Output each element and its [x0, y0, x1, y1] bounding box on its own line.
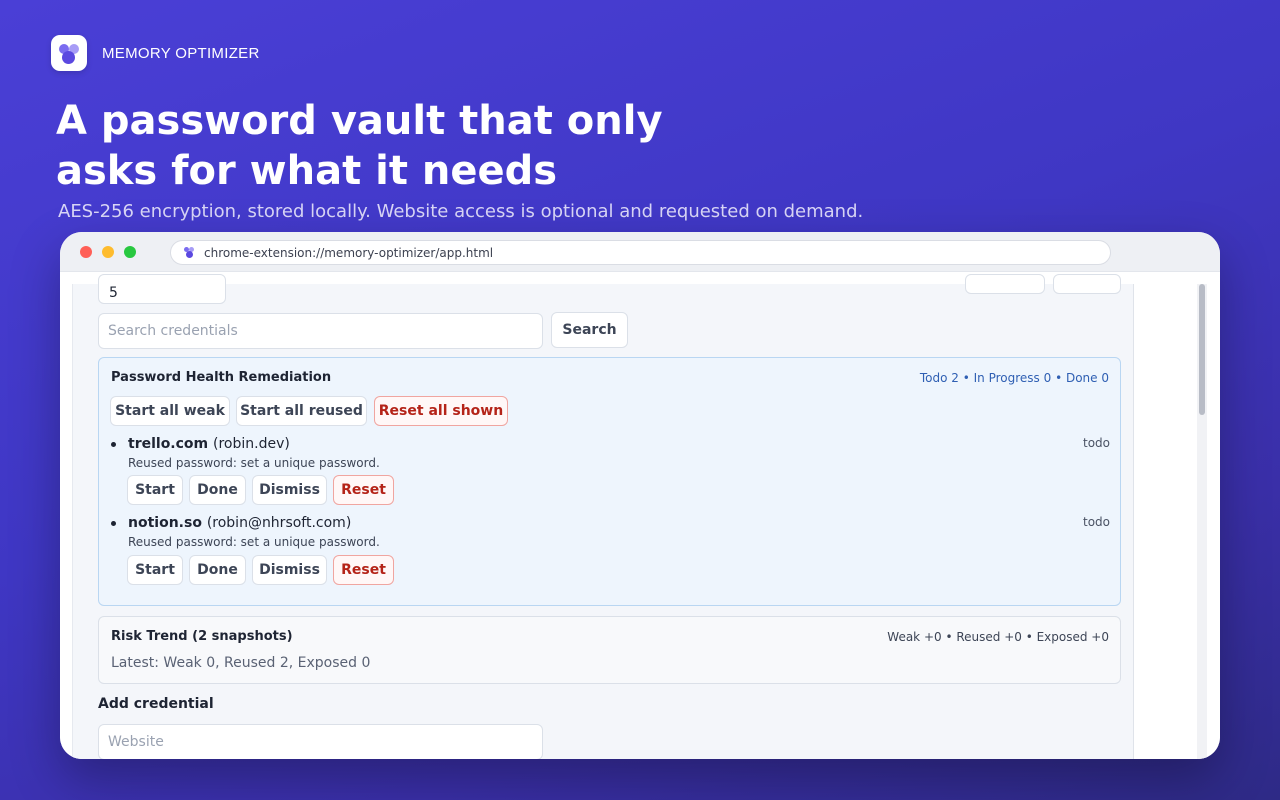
- item-reset-button[interactable]: Reset: [333, 555, 394, 585]
- risk-trend-title: Risk Trend (2 snapshots): [111, 629, 293, 644]
- item-dismiss-button[interactable]: Dismiss: [252, 475, 327, 505]
- website-input[interactable]: [98, 724, 543, 759]
- search-button[interactable]: Search: [551, 312, 628, 348]
- add-credential-heading: Add credential: [98, 696, 214, 712]
- item-user: (robin@nhrsoft.com): [206, 515, 352, 531]
- minimize-window-icon[interactable]: [102, 246, 114, 258]
- risk-trend-deltas: Weak +0 • Reused +0 • Exposed +0: [887, 630, 1109, 644]
- risk-trend-latest: Latest: Weak 0, Reused 2, Exposed 0: [111, 655, 371, 671]
- address-bar[interactable]: chrome-extension://memory-optimizer/app.…: [170, 240, 1111, 265]
- memory-optimizer-logo-icon: [51, 35, 87, 71]
- headline-line-1: A password vault that only: [56, 98, 663, 144]
- in-progress-count: In Progress 0: [973, 371, 1052, 385]
- risk-trend-panel: Risk Trend (2 snapshots) Weak +0 • Reuse…: [98, 616, 1121, 684]
- search-credentials-input[interactable]: [98, 313, 543, 349]
- start-all-reused-button[interactable]: Start all reused: [236, 396, 367, 426]
- extension-favicon-icon: [183, 246, 196, 259]
- item-start-button[interactable]: Start: [127, 475, 183, 505]
- brand: MEMORY OPTIMIZER: [51, 35, 260, 71]
- browser-window: chrome-extension://memory-optimizer/app.…: [60, 232, 1220, 759]
- item-done-button[interactable]: Done: [189, 475, 246, 505]
- todo-count: Todo 2: [919, 371, 959, 385]
- reset-all-shown-button[interactable]: Reset all shown: [374, 396, 508, 426]
- done-count: Done 0: [1065, 371, 1109, 385]
- partial-field[interactable]: 5: [98, 274, 226, 304]
- scrollbar-thumb[interactable]: [1199, 284, 1205, 415]
- health-status-counts: Todo 2 • In Progress 0 • Done 0: [919, 371, 1109, 385]
- page-viewport: 5 Search Password Health Remediation Tod…: [60, 272, 1220, 759]
- item-reset-button[interactable]: Reset: [333, 475, 394, 505]
- partial-button[interactable]: [965, 274, 1045, 294]
- item-site: trello.com: [128, 436, 209, 452]
- address-bar-url: chrome-extension://memory-optimizer/app.…: [204, 245, 494, 260]
- item-dismiss-button[interactable]: Dismiss: [252, 555, 327, 585]
- item-status: todo: [1082, 436, 1110, 450]
- item-start-button[interactable]: Start: [127, 555, 183, 585]
- item-note: Reused password: set a unique password.: [128, 456, 380, 470]
- hero-headline: A password vault that only asks for what…: [56, 96, 756, 196]
- item-status: todo: [1082, 515, 1110, 529]
- password-health-panel: Password Health Remediation Todo 2 • In …: [98, 357, 1121, 606]
- vault-app: 5 Search Password Health Remediation Tod…: [72, 274, 1134, 759]
- start-all-weak-button[interactable]: Start all weak: [110, 396, 230, 426]
- close-window-icon[interactable]: [80, 246, 92, 258]
- brand-name: MEMORY OPTIMIZER: [102, 44, 260, 62]
- health-panel-title: Password Health Remediation: [111, 370, 332, 385]
- partial-button[interactable]: [1053, 274, 1121, 294]
- item-done-button[interactable]: Done: [189, 555, 246, 585]
- item-site: notion.so: [128, 515, 202, 531]
- headline-line-2: asks for what it needs: [56, 148, 558, 194]
- maximize-window-icon[interactable]: [124, 246, 136, 258]
- hero-subline: AES-256 encryption, stored locally. Webs…: [58, 201, 864, 222]
- browser-titlebar: chrome-extension://memory-optimizer/app.…: [60, 232, 1220, 272]
- item-note: Reused password: set a unique password.: [128, 535, 380, 549]
- item-user: (robin.dev): [213, 436, 290, 452]
